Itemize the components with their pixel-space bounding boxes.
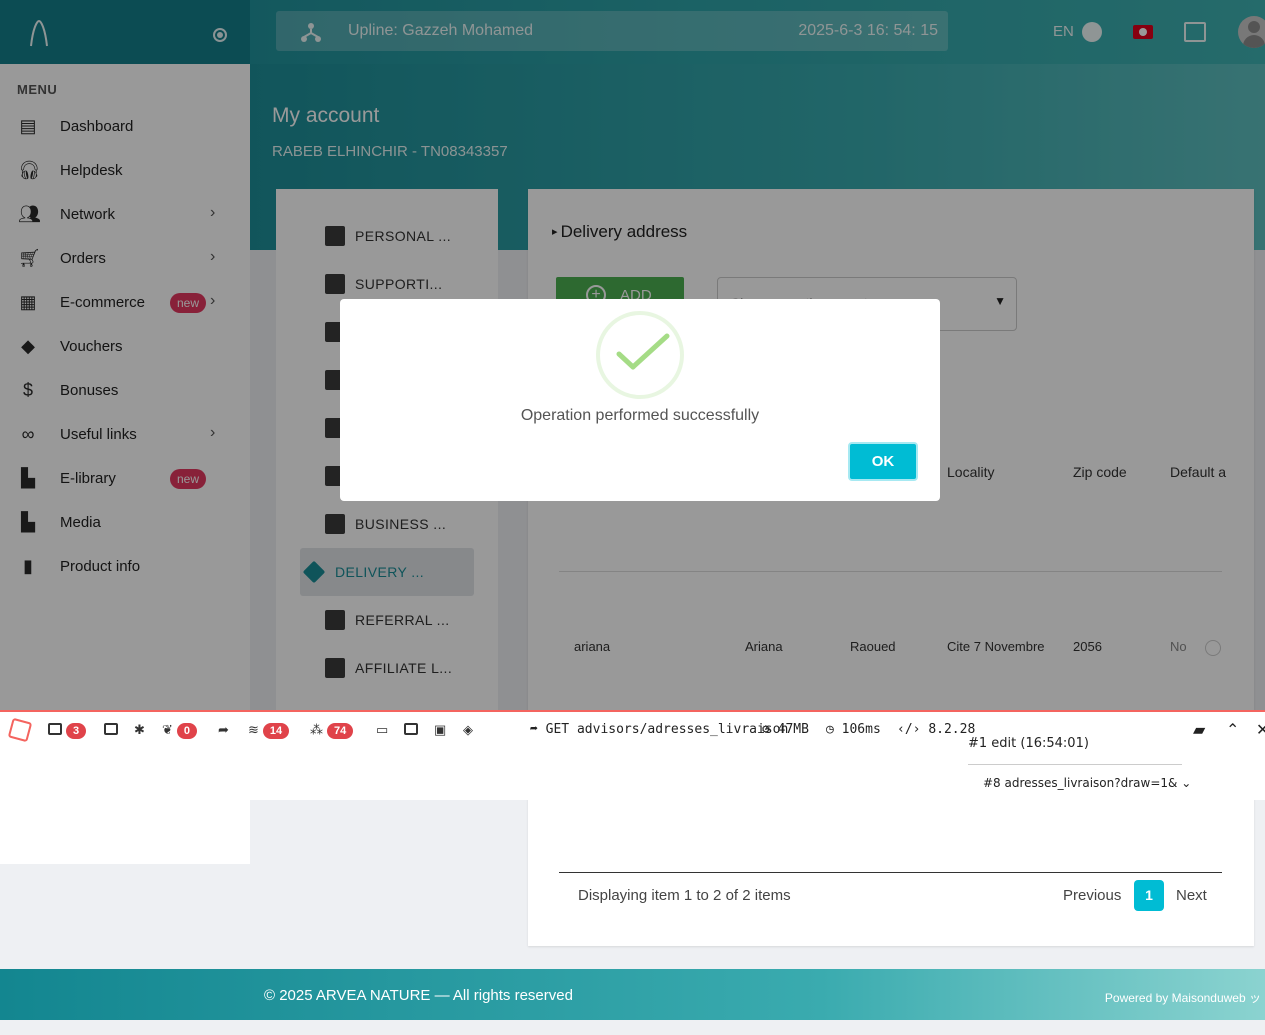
share-icon: ➦ [218, 722, 229, 737]
debug-tags[interactable]: ◈ [463, 722, 473, 740]
folder-open-icon[interactable]: ▰ [1193, 720, 1205, 740]
views-count: 0 [176, 723, 198, 739]
previous-page-button[interactable]: Previous [1063, 887, 1121, 904]
code-icon: ‹/› [897, 722, 921, 737]
route-arrow-icon: ➦ [530, 722, 538, 737]
ok-button[interactable]: OK [848, 442, 918, 481]
debug-time: ◷ 106ms [826, 722, 881, 740]
debug-request-select[interactable]: #8 adresses_livraison?draw=1& ⌄ [983, 776, 1191, 790]
next-page-button[interactable]: Next [1176, 887, 1207, 904]
inbox-icon: ▭ [376, 722, 389, 737]
time-text: 106ms [841, 722, 881, 737]
tags-icon: ◈ [463, 722, 473, 737]
models-count: 74 [327, 723, 354, 739]
cogs-icon: ⚙ [762, 722, 770, 737]
debug-models[interactable]: ⁂ 74 [310, 722, 354, 740]
debug-request-divider [968, 764, 1182, 765]
debug-route[interactable]: ➦ [218, 722, 229, 740]
copyright-text: © 2025 ARVEA NATURE — All rights reserve… [264, 987, 573, 1004]
request-select-value: #8 adresses_livraison?draw=1& [983, 776, 1178, 790]
debug-messages[interactable]: 3 [48, 722, 87, 740]
debug-session[interactable]: ▣ [434, 722, 446, 740]
debug-request-entry[interactable]: #1 edit (16:54:01) [968, 736, 1089, 751]
debug-timeline[interactable] [104, 722, 118, 740]
dialog-message: Operation performed successfully [520, 407, 760, 424]
debug-php-version: ‹/› 8.2.28 [897, 722, 975, 740]
messages-icon [48, 723, 62, 735]
site-footer: © 2025 ARVEA NATURE — All rights reserve… [0, 969, 1265, 1020]
php-text: 8.2.28 [928, 722, 976, 737]
powered-by-link[interactable]: Powered by Maisonduweb ッ [1105, 989, 1261, 1006]
debug-request[interactable] [404, 722, 418, 740]
request-icon [404, 723, 418, 735]
clock-icon: ◷ [826, 722, 834, 737]
debug-exceptions[interactable]: ✱ [134, 722, 145, 740]
chevron-down-icon: ⌄ [1181, 776, 1192, 790]
chevron-up-icon[interactable]: ⌃ [1226, 720, 1239, 740]
messages-count: 3 [66, 723, 87, 739]
laravel-logo-icon[interactable] [7, 717, 33, 743]
bug-icon: ✱ [134, 722, 145, 737]
table-bottom-border [559, 872, 1222, 873]
leaf-icon: ❦ [162, 722, 173, 737]
route-text: GET advisors/adresses_livraison [545, 722, 789, 737]
debug-queries[interactable]: ≋ 14 [248, 722, 290, 740]
timeline-icon [104, 723, 118, 735]
debug-mails[interactable]: ▭ [376, 722, 388, 740]
success-dialog: Operation performed successfully OK [340, 299, 940, 501]
pagination-info: Displaying item 1 to 2 of 2 items [578, 887, 791, 904]
debug-toolbar: 3 ✱ ❦ 0 ➦ ≋ 14 ⁂ 74 ▭ ▣ ◈ ➦ GET advisors/ad… [0, 710, 1265, 800]
debug-views[interactable]: ❦ 0 [162, 722, 198, 740]
debug-memory: ⚙ 47MB [762, 722, 809, 740]
close-icon[interactable]: ✕ [1256, 720, 1265, 740]
queries-count: 14 [262, 723, 290, 739]
page-number-button[interactable]: 1 [1134, 880, 1164, 911]
archive-icon: ▣ [434, 722, 447, 737]
memory-text: 47MB [777, 722, 809, 737]
database-icon: ≋ [248, 722, 259, 737]
success-check-icon [616, 333, 670, 370]
cubes-icon: ⁂ [310, 722, 323, 737]
debug-route-info: ➦ GET advisors/adresses_livraison [530, 722, 788, 740]
